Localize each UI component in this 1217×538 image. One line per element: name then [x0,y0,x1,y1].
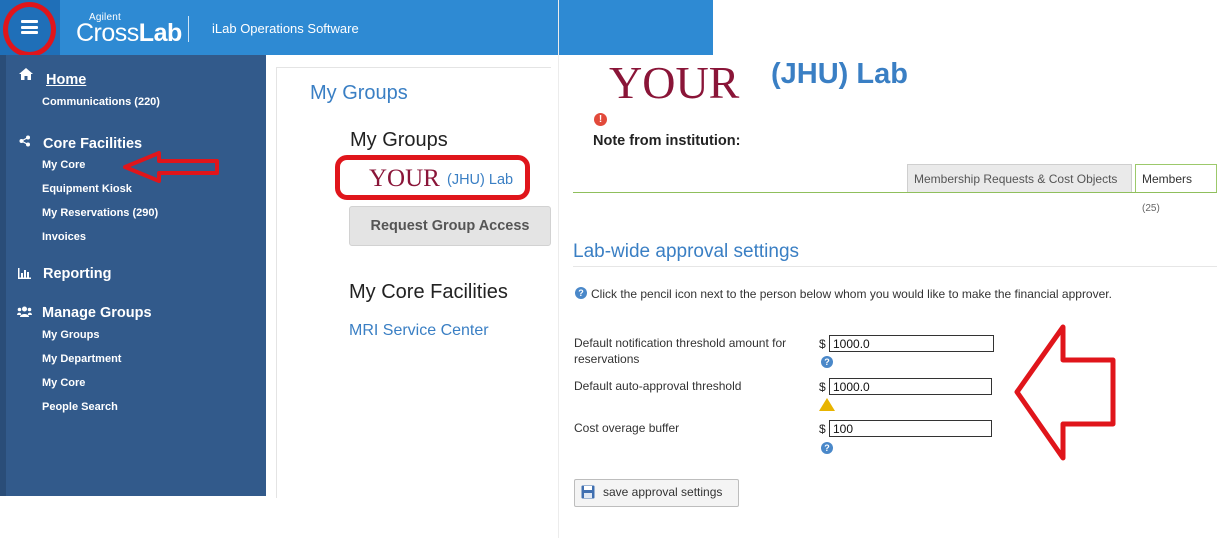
sidebar-item-equipment-kiosk[interactable]: Equipment Kiosk [42,183,132,195]
currency-symbol: $ [819,422,826,436]
annotation-arrow-big [1010,322,1120,464]
tab-members-label: Members [1142,172,1193,186]
share-icon [19,134,33,148]
group-icon [17,304,33,317]
help-icon[interactable]: ? [821,442,833,454]
field-label-auto-approval: Default auto-approval threshold [574,379,742,393]
field-label-cost-overage: Cost overage buffer [574,421,680,435]
sidebar-item-invoices[interactable]: Invoices [42,231,86,243]
sidebar-item-my-department[interactable]: My Department [42,353,121,365]
currency-symbol: $ [819,380,826,394]
field-label-notification-threshold: Default notification threshold amount fo… [574,336,787,366]
home-icon [19,67,35,81]
annotation-ring-group [335,155,530,200]
request-group-access-button[interactable]: Request Group Access [349,206,551,246]
content-divider [558,0,559,538]
sidebar-section-home[interactable]: Home [46,72,86,88]
groups-heading: My Groups [350,129,448,151]
alert-icon: ! [594,113,607,126]
core-facilities-heading: My Core Facilities [349,281,508,303]
save-approval-settings-button[interactable]: save approval settings [574,479,739,507]
note-label: Note from institution: [593,133,741,149]
sidebar-item-my-groups[interactable]: My Groups [42,329,99,341]
sidebar-item-my-core-2[interactable]: My Core [42,377,85,389]
info-icon: ? [575,287,587,299]
tabs-underline [573,192,1217,193]
sidebar-item-people-search[interactable]: People Search [42,401,118,413]
brand-logo-bold: Lab [138,19,182,47]
panel-title: My Groups [310,82,408,104]
tab-members-count: (25) [1142,203,1160,214]
approval-instructions: Click the pencil icon next to the person… [591,287,1112,301]
approval-settings-title: Lab-wide approval settings [573,241,800,262]
floppy-disk-icon [581,485,595,499]
brand-logo[interactable]: CrossLab [76,19,182,48]
lab-name: (JHU) Lab [771,58,908,90]
sidebar-item-my-reservations[interactable]: My Reservations (290) [42,207,158,219]
currency-symbol: $ [819,337,826,351]
tab-members[interactable]: Members (25) [1135,164,1217,214]
app-name: iLab Operations Software [212,21,359,36]
brand-logo-light: Cross [76,19,139,47]
tab-membership-requests[interactable]: Membership Requests & Cost Objects [907,164,1132,192]
lab-logo: YOUR [609,57,740,108]
notification-threshold-input[interactable]: 1000.0 [829,335,994,352]
annotation-arrow-left [122,148,222,186]
annotation-circle-menu [3,2,56,57]
sidebar-item-communications[interactable]: Communications (220) [42,96,160,108]
brand-separator [188,16,189,42]
sidebar-item-my-core[interactable]: My Core [42,159,85,171]
auto-approval-threshold-input[interactable]: 1000.0 [829,378,992,395]
core-facility-link[interactable]: MRI Service Center [349,322,489,340]
help-icon[interactable]: ? [821,356,833,368]
warning-icon [819,398,835,411]
approval-divider [573,266,1217,267]
bar-chart-icon [18,266,32,279]
sidebar-section-manage-groups[interactable]: Manage Groups [42,305,152,321]
sidebar-section-reporting[interactable]: Reporting [43,266,111,282]
cost-overage-buffer-input[interactable]: 100 [829,420,992,437]
save-button-label: save approval settings [603,485,723,499]
